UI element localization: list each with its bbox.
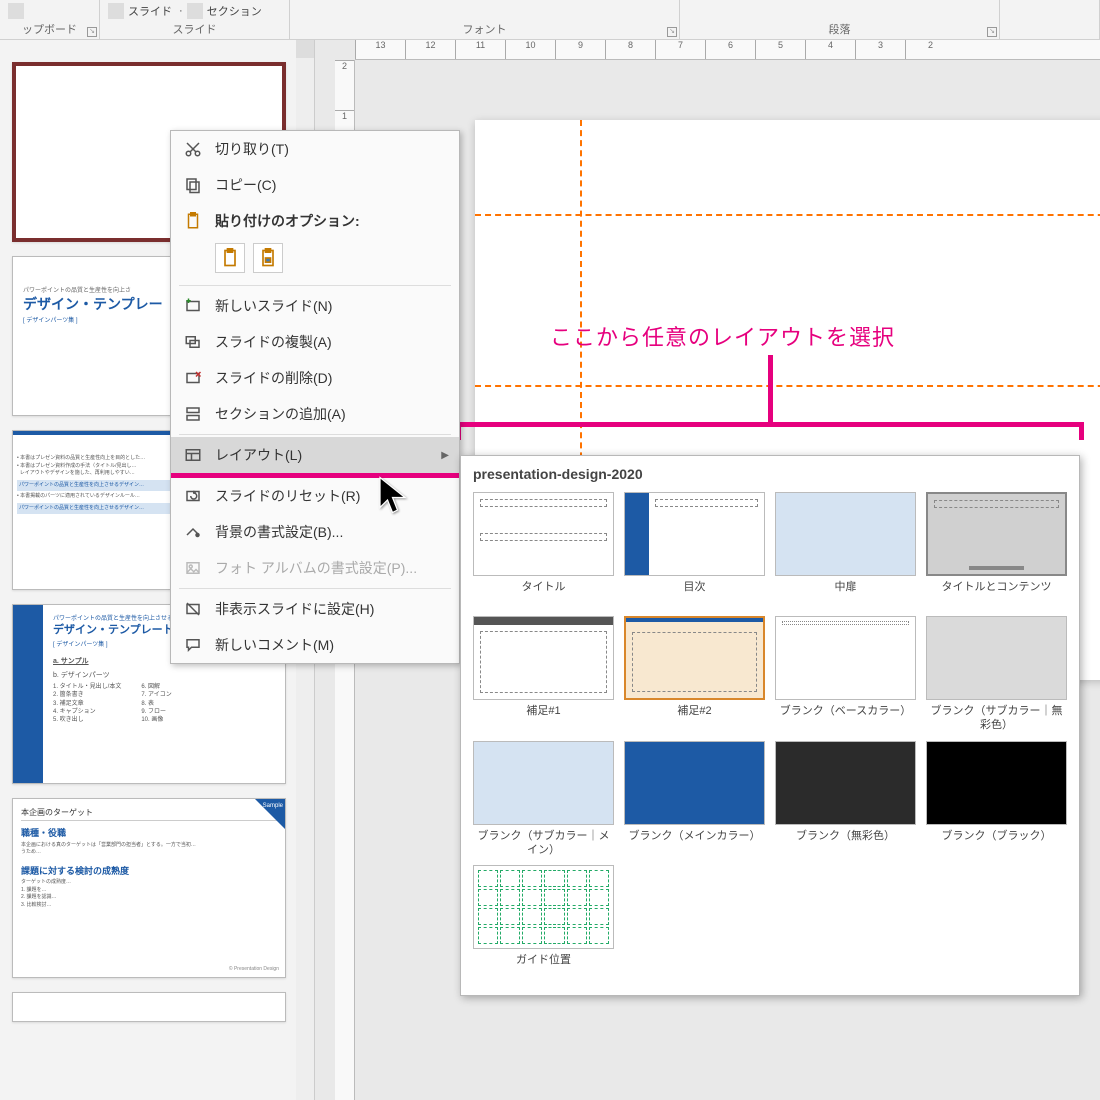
paste-icon[interactable]: [8, 3, 24, 19]
layout-flyout: presentation-design-2020 タイトル目次中扉タイトルとコン…: [460, 455, 1080, 996]
menu-photo-album: フォト アルバムの書式設定(P)...: [171, 550, 459, 586]
layout-option[interactable]: 補足#1: [473, 616, 614, 733]
ribbon-group-clipboard: ップボード ↘: [0, 0, 100, 39]
slide-thumbnail-6[interactable]: [12, 992, 286, 1022]
layout-option-label: 補足#2: [624, 704, 765, 732]
slides-dropdown[interactable]: スライド: [128, 3, 172, 19]
guide-line[interactable]: [475, 214, 1100, 216]
hide-slide-icon: [183, 599, 203, 619]
menu-paste-options: 貼り付けのオプション:: [171, 203, 459, 239]
reset-icon: [183, 486, 203, 506]
layout-option-label: 中扉: [775, 580, 916, 608]
ribbon-group-extra: [1000, 0, 1100, 39]
menu-new-comment[interactable]: 新しいコメント(M): [171, 627, 459, 663]
dialog-launcher-icon[interactable]: ↘: [87, 27, 97, 37]
paste-icon: [183, 211, 203, 231]
layout-option[interactable]: タイトル: [473, 492, 614, 608]
cut-icon: [183, 139, 203, 159]
layout-option[interactable]: タイトルとコンテンツ: [926, 492, 1067, 608]
annotation-bracket: [456, 422, 1084, 440]
ribbon-label-paragraph: 段落: [688, 21, 991, 37]
duplicate-icon: [183, 332, 203, 352]
section-icon: [183, 404, 203, 424]
layout-option-label: ブランク（サブカラー｜メイン）: [473, 829, 614, 858]
layout-option-label: 補足#1: [473, 704, 614, 732]
dialog-launcher-icon[interactable]: ↘: [667, 27, 677, 37]
menu-copy[interactable]: コピー(C): [171, 167, 459, 203]
menu-add-section[interactable]: セクションの追加(A): [171, 396, 459, 432]
layout-option-label: タイトルとコンテンツ: [926, 580, 1067, 608]
context-menu: 切り取り(T) コピー(C) 貼り付けのオプション: 新しいスライド(N) スラ…: [170, 130, 460, 664]
delete-slide-icon: [183, 368, 203, 388]
menu-delete-slide[interactable]: スライドの削除(D): [171, 360, 459, 396]
layout-option-label: 目次: [624, 580, 765, 608]
layout-option-label: ブランク（サブカラー｜無彩色）: [926, 704, 1067, 733]
new-slide-icon: [183, 296, 203, 316]
annotation-text: ここから任意のレイアウトを選択: [550, 320, 895, 352]
dialog-launcher-icon[interactable]: ↘: [987, 27, 997, 37]
ribbon-group-font: フォント ↘: [290, 0, 680, 39]
mouse-cursor-icon: [375, 475, 415, 518]
menu-duplicate-slide[interactable]: スライドの複製(A): [171, 324, 459, 360]
ribbon-group-paragraph: 段落 ↘: [680, 0, 1000, 39]
layout-grid: タイトル目次中扉タイトルとコンテンツ補足#1 補足#2 ブランク（ベースカラー） ブラ…: [473, 492, 1067, 981]
menu-hide-slide[interactable]: 非表示スライドに設定(H): [171, 591, 459, 627]
layout-option[interactable]: ブランク（サブカラー｜メイン）: [473, 741, 614, 858]
layout-option-label: ブランク（無彩色）: [775, 829, 916, 857]
ribbon-group-slides: スライド · セクション スライド: [100, 0, 290, 39]
paste-option-picture[interactable]: [253, 243, 283, 273]
annotation-line: [768, 355, 773, 425]
new-slide-icon[interactable]: [108, 3, 124, 19]
menu-layout[interactable]: レイアウト(L) ▶: [171, 437, 459, 473]
layout-option[interactable]: 目次: [624, 492, 765, 608]
layout-option-label: ブランク（メインカラー）: [624, 829, 765, 857]
section-icon[interactable]: [187, 3, 203, 19]
paste-option-keep-formatting[interactable]: [215, 243, 245, 273]
ribbon-label-slides: スライド: [108, 21, 281, 37]
layout-option-label: タイトル: [473, 580, 614, 608]
layout-option[interactable]: ブランク（ブラック）: [926, 741, 1067, 858]
paste-options-row: [171, 239, 459, 283]
layout-icon: [183, 445, 203, 465]
layout-option[interactable]: ブランク（無彩色）: [775, 741, 916, 858]
section-dropdown[interactable]: セクション: [207, 3, 262, 19]
copy-icon: [183, 175, 203, 195]
comment-icon: [183, 635, 203, 655]
menu-reset-slide[interactable]: スライドのリセット(R): [171, 478, 459, 514]
layout-option[interactable]: ガイド位置: [473, 865, 614, 981]
layout-option[interactable]: ブランク（メインカラー）: [624, 741, 765, 858]
thumb-title: 本企画のターゲット: [21, 807, 277, 818]
menu-background-format[interactable]: 背景の書式設定(B)...: [171, 514, 459, 550]
submenu-arrow-icon: ▶: [441, 450, 449, 461]
layout-option[interactable]: 補足#2: [624, 616, 765, 733]
guide-line[interactable]: [475, 385, 1100, 387]
layout-option[interactable]: 中扉: [775, 492, 916, 608]
layout-option-label: ブランク（ブラック）: [926, 829, 1067, 857]
menu-new-slide[interactable]: 新しいスライド(N): [171, 288, 459, 324]
layout-option-label: ガイド位置: [473, 953, 614, 981]
horizontal-ruler: 1312111098765432: [355, 40, 1100, 60]
slide-thumbnail-5[interactable]: Sample 本企画のターゲット 職種・役職 本企画における真のターゲットは「営…: [12, 798, 286, 978]
ribbon-label-font: フォント: [298, 21, 671, 37]
menu-cut[interactable]: 切り取り(T): [171, 131, 459, 167]
layout-option-label: ブランク（ベースカラー）: [775, 704, 916, 732]
layout-option[interactable]: ブランク（ベースカラー）: [775, 616, 916, 733]
ribbon-label-clipboard: ップボード: [8, 21, 91, 37]
photo-album-icon: [183, 558, 203, 578]
scroll-up-icon[interactable]: [296, 40, 314, 58]
background-format-icon: [183, 522, 203, 542]
ribbon: ップボード ↘ スライド · セクション スライド フォント ↘ 段落 ↘: [0, 0, 1100, 40]
layout-option[interactable]: ブランク（サブカラー｜無彩色）: [926, 616, 1067, 733]
flyout-title: presentation-design-2020: [473, 466, 1067, 482]
